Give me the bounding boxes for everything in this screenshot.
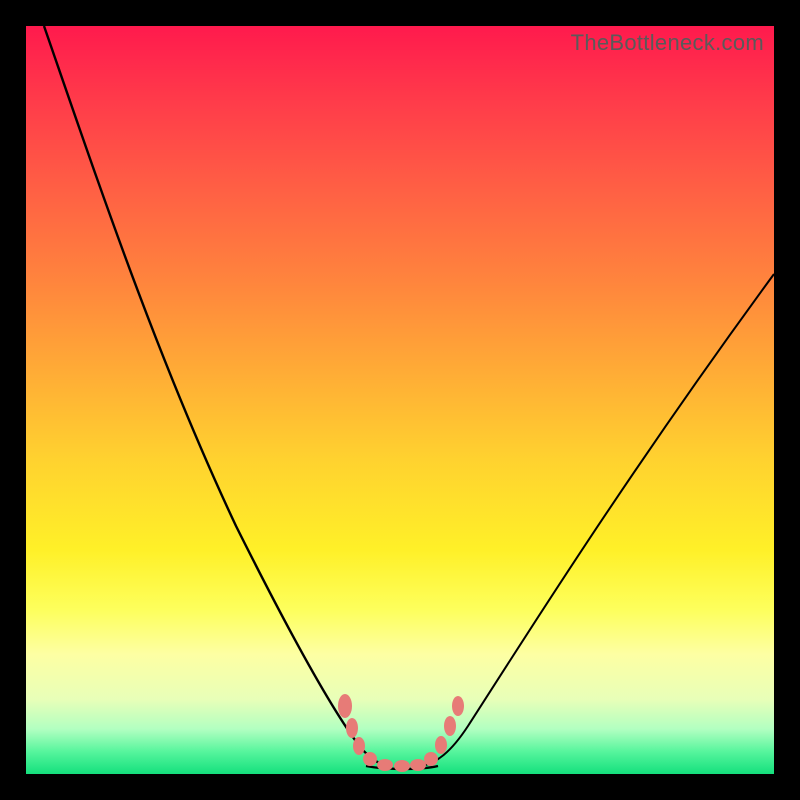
valley-marker <box>346 718 358 738</box>
valley-marker <box>377 759 393 771</box>
valley-marker <box>410 759 426 771</box>
valley-marker <box>424 752 438 766</box>
bottleneck-curve <box>26 26 774 774</box>
curve-left-arm <box>44 26 388 766</box>
valley-marker <box>338 694 352 718</box>
chart-plot-area: TheBottleneck.com <box>26 26 774 774</box>
curve-right-arm <box>420 274 774 766</box>
watermark-text: TheBottleneck.com <box>571 30 764 56</box>
valley-marker <box>452 696 464 716</box>
valley-markers-group <box>338 694 464 772</box>
valley-marker <box>435 736 447 754</box>
valley-marker <box>444 716 456 736</box>
valley-marker <box>394 760 410 772</box>
valley-marker <box>353 737 365 755</box>
valley-marker <box>363 752 377 766</box>
